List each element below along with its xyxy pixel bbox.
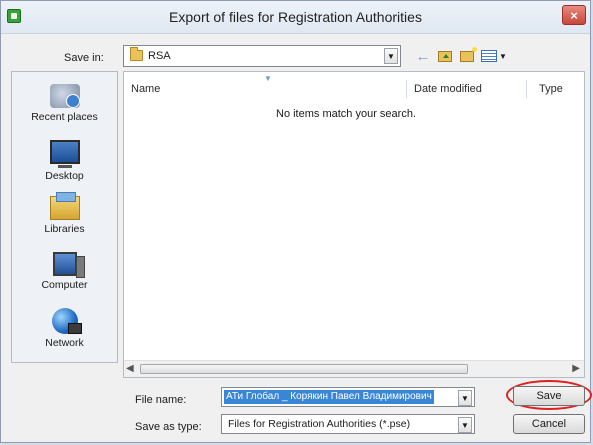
scroll-left-icon[interactable]: ◀ [126, 363, 134, 374]
dialog-title: Export of files for Registration Authori… [169, 9, 422, 25]
scroll-thumb[interactable] [140, 364, 468, 374]
chevron-down-icon[interactable]: ▼ [458, 417, 472, 433]
place-desktop[interactable]: Desktop [12, 140, 117, 182]
network-icon [51, 308, 82, 334]
place-label: Libraries [44, 223, 85, 235]
file-list[interactable]: ▼ Name Date modified Type No items match… [123, 71, 585, 378]
place-network[interactable]: Network [12, 308, 117, 349]
export-dialog: Export of files for Registration Authori… [0, 0, 592, 443]
save-in-dropdown[interactable]: RSA ▼ [123, 45, 401, 67]
place-label: Desktop [45, 170, 84, 182]
places-bar: Recent places Desktop Libraries Computer… [11, 71, 118, 363]
scroll-right-icon[interactable]: ▶ [572, 363, 580, 374]
column-header-date-modified[interactable]: Date modified [414, 83, 482, 95]
recent-places-icon [49, 84, 80, 108]
save-as-type-label: Save as type: [135, 421, 202, 433]
folder-icon [130, 47, 143, 61]
place-label: Computer [41, 279, 88, 291]
save-in-value: RSA [148, 50, 171, 62]
save-as-type-value: Files for Registration Authorities (*.ps… [228, 418, 411, 430]
place-libraries[interactable]: Libraries [12, 192, 117, 235]
place-label: Recent places [31, 111, 98, 123]
views-dropdown-icon[interactable]: ▼ [499, 52, 507, 61]
column-header-type[interactable]: Type [539, 83, 563, 95]
column-separator[interactable] [406, 80, 407, 98]
cancel-button[interactable]: Cancel [513, 414, 585, 434]
file-name-label: File name: [135, 394, 187, 406]
close-button[interactable]: × [562, 5, 586, 25]
desktop-icon [49, 140, 80, 168]
up-folder-icon [438, 50, 452, 62]
new-folder-button[interactable] [459, 46, 477, 64]
place-computer[interactable]: Computer [12, 252, 117, 291]
file-name-field[interactable]: АТи Глобал _ Корякин Павел Владимирович … [221, 387, 475, 407]
place-label: Network [45, 337, 84, 349]
column-header-name[interactable]: Name [131, 83, 160, 95]
file-name-value[interactable]: АТи Глобал _ Корякин Павел Владимирович [224, 390, 434, 404]
empty-message: No items match your search. [276, 108, 416, 120]
views-button[interactable] [481, 48, 497, 64]
chevron-down-icon[interactable]: ▼ [384, 48, 398, 64]
place-recent-places[interactable]: Recent places [12, 84, 117, 123]
new-folder-icon [460, 46, 477, 62]
title-bar: Export of files for Registration Authori… [1, 1, 590, 34]
column-separator[interactable] [526, 80, 527, 98]
computer-icon [52, 252, 85, 278]
horizontal-scrollbar[interactable]: ◀ ▶ [124, 360, 584, 377]
up-folder-button[interactable] [437, 48, 453, 64]
save-button[interactable]: Save [513, 386, 585, 406]
sort-indicator-icon: ▼ [264, 74, 272, 83]
libraries-icon [49, 192, 80, 220]
back-icon[interactable]: ← [415, 48, 431, 65]
save-in-label: Save in: [64, 52, 104, 64]
navigation-toolbar: ← ▼ [415, 45, 507, 67]
save-as-type-dropdown[interactable]: Files for Registration Authorities (*.ps… [221, 414, 475, 434]
chevron-down-icon[interactable]: ▼ [458, 390, 472, 406]
views-icon [481, 50, 497, 62]
